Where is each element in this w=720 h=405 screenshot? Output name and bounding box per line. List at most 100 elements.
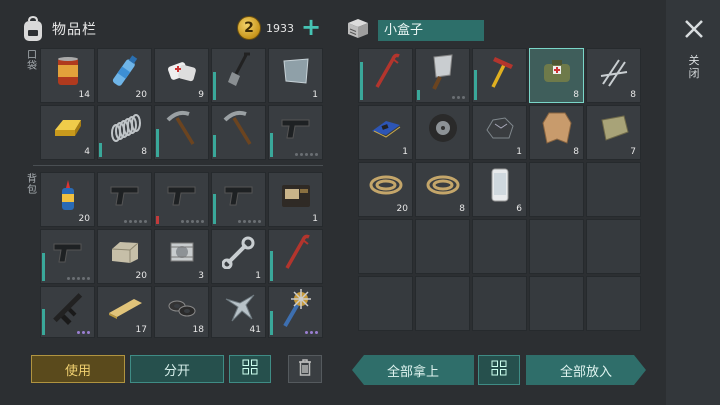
wood-plank-icon xyxy=(106,295,144,325)
item-quantity: 20 xyxy=(78,214,90,224)
container-slot[interactable]: 8 xyxy=(529,48,584,103)
discard-button[interactable] xyxy=(288,355,322,383)
washers-icon xyxy=(165,296,199,324)
backpack-slot[interactable]: 3 xyxy=(154,229,209,284)
metal-plate-icon xyxy=(281,57,311,89)
backpack-slot[interactable]: 17 xyxy=(97,286,152,338)
container-slot[interactable]: 8 xyxy=(586,48,641,103)
backpack-slot[interactable]: 20 xyxy=(97,229,152,284)
container-slot[interactable] xyxy=(415,48,470,103)
container-slot[interactable]: 6 xyxy=(472,162,527,217)
container-slot[interactable] xyxy=(472,48,527,103)
durability-bar xyxy=(213,135,216,157)
container-empty-slot[interactable] xyxy=(415,276,470,331)
pickaxe-icon xyxy=(165,108,199,152)
pocket-slot[interactable]: 4 xyxy=(40,105,95,160)
section-divider xyxy=(33,165,323,166)
backpack-slot[interactable] xyxy=(211,172,266,227)
container-empty-slot[interactable] xyxy=(415,219,470,274)
container-empty-slot[interactable] xyxy=(586,219,641,274)
grid-sort-icon xyxy=(491,360,507,380)
container-slot[interactable]: 7 xyxy=(586,105,641,160)
durability-bar xyxy=(213,72,216,100)
take-all-button[interactable]: 全部拿上 xyxy=(352,355,474,385)
close-icon[interactable] xyxy=(683,18,705,40)
scrap-metal-icon xyxy=(222,291,256,329)
wallet-icon xyxy=(279,180,313,214)
item-quantity: 18 xyxy=(192,325,204,335)
backpack-slot[interactable] xyxy=(40,229,95,284)
hammer-icon xyxy=(483,51,517,95)
container-empty-slot[interactable] xyxy=(358,276,413,331)
backpack-slot[interactable]: 18 xyxy=(154,286,209,338)
backpack-slot[interactable]: 20 xyxy=(40,172,95,227)
pocket-slot[interactable]: 9 xyxy=(154,48,209,103)
sort-inventory-button[interactable] xyxy=(229,355,271,383)
cleaver-icon xyxy=(426,51,460,95)
container-empty-slot[interactable] xyxy=(472,276,527,331)
backpack-slot[interactable] xyxy=(268,229,323,284)
put-all-button[interactable]: 全部放入 xyxy=(526,355,646,385)
container-grid: 8 8 1 1 8 7 20 8 6 xyxy=(358,48,641,340)
pocket-slot[interactable] xyxy=(211,105,266,160)
ore-icon xyxy=(483,114,517,146)
coin-icon: 2 xyxy=(237,16,261,40)
close-button-label[interactable]: 关闭 xyxy=(688,54,700,80)
backpack-slot[interactable] xyxy=(40,286,95,338)
container-empty-slot[interactable] xyxy=(529,219,584,274)
leather-icon xyxy=(541,111,573,149)
grid-sort-icon xyxy=(242,359,258,379)
backpack-slot[interactable] xyxy=(268,286,323,338)
container-empty-slot[interactable] xyxy=(529,276,584,331)
use-button[interactable]: 使用 xyxy=(31,355,125,383)
container-empty-slot[interactable] xyxy=(586,162,641,217)
rarity-dots xyxy=(124,220,147,223)
circuit-board-icon xyxy=(368,115,404,145)
item-quantity: 9 xyxy=(198,90,204,100)
stone-block-icon xyxy=(108,239,142,269)
container-slot[interactable]: 8 xyxy=(529,105,584,160)
container-slot[interactable]: 1 xyxy=(472,105,527,160)
container-slot[interactable] xyxy=(358,48,413,103)
gold-bar-icon xyxy=(51,116,85,144)
durability-bar xyxy=(42,253,45,281)
backpack-slot[interactable] xyxy=(154,172,209,227)
pistol-icon xyxy=(51,238,85,270)
rarity-dots xyxy=(238,220,261,223)
backpack-slot[interactable]: 1 xyxy=(268,172,323,227)
pistol-icon xyxy=(108,181,142,213)
tire-icon xyxy=(426,111,460,149)
inventory-header: 物品栏 xyxy=(22,14,97,44)
add-coins-button[interactable]: + xyxy=(300,15,322,39)
pocket-slot[interactable] xyxy=(268,105,323,160)
pocket-slot[interactable]: 1 xyxy=(268,48,323,103)
sort-container-button[interactable] xyxy=(478,355,520,385)
backpack-slot[interactable]: 41 xyxy=(211,286,266,338)
water-bottle-icon xyxy=(110,53,140,93)
durability-bar xyxy=(42,309,45,335)
pocket-slot[interactable]: 14 xyxy=(40,48,95,103)
durability-bar xyxy=(99,143,102,157)
pocket-slot[interactable] xyxy=(211,48,266,103)
container-slot[interactable] xyxy=(415,105,470,160)
split-button[interactable]: 分开 xyxy=(130,355,224,383)
container-slot[interactable]: 8 xyxy=(415,162,470,217)
item-quantity: 3 xyxy=(198,271,204,281)
pocket-slot[interactable]: 8 xyxy=(97,105,152,160)
item-quantity: 4 xyxy=(84,147,90,157)
backpack-slot[interactable]: 1 xyxy=(211,229,266,284)
rarity-dots xyxy=(67,277,90,280)
backpack-slot[interactable] xyxy=(97,172,152,227)
container-empty-slot[interactable] xyxy=(472,219,527,274)
bandage-icon xyxy=(165,56,199,90)
container-empty-slot[interactable] xyxy=(529,162,584,217)
container-slot[interactable]: 20 xyxy=(358,162,413,217)
rarity-dots xyxy=(452,96,465,99)
container-empty-slot[interactable] xyxy=(586,276,641,331)
rifle-icon xyxy=(48,288,88,332)
container-empty-slot[interactable] xyxy=(358,219,413,274)
glue-icon xyxy=(53,178,83,216)
pocket-slot[interactable]: 20 xyxy=(97,48,152,103)
pocket-slot[interactable] xyxy=(154,105,209,160)
container-slot[interactable]: 1 xyxy=(358,105,413,160)
